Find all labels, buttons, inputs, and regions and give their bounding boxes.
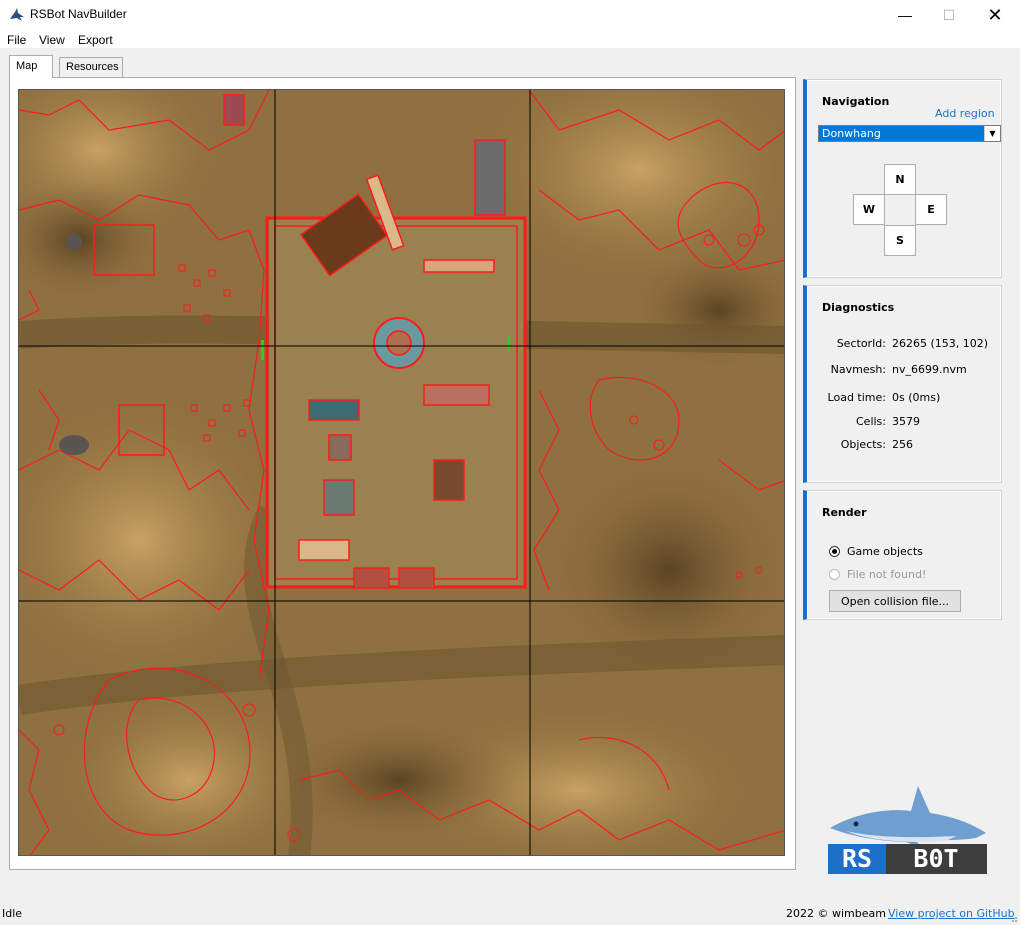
menu-export[interactable]: Export (78, 33, 113, 47)
navigate-west-button[interactable]: W (853, 194, 885, 225)
sector-id-value: 26265 (153, 102) (892, 337, 989, 350)
region-select[interactable]: Donwhang ▼ (818, 125, 1001, 142)
rsbot-logo: RS B0T (828, 786, 987, 874)
open-collision-file-button[interactable]: Open collision file... (829, 590, 961, 612)
status-bar: Idle 2022 © wimbeam View project on GitH… (0, 903, 1020, 925)
navigate-south-button[interactable]: S (884, 225, 916, 256)
load-time-label: Load time: (827, 391, 886, 404)
maximize-button[interactable]: ☐ (926, 0, 972, 30)
menu-file[interactable]: File (7, 33, 26, 47)
navmesh-map-view[interactable] (18, 89, 785, 856)
render-panel: Render Game objects File not found! Open… (803, 490, 1002, 620)
game-objects-option[interactable]: Game objects (829, 545, 923, 558)
cells-label: Cells: (856, 415, 886, 428)
menu-view[interactable]: View (39, 33, 65, 47)
window-title: RSBot NavBuilder (30, 7, 127, 21)
resize-grip-icon[interactable] (1008, 913, 1018, 923)
logo-text-rs: RS (842, 844, 872, 873)
menu-bar: File View Export (0, 30, 1020, 49)
status-text: Idle (2, 907, 23, 920)
github-link[interactable]: View project on GitHub (888, 907, 1015, 920)
region-select-value: Donwhang (822, 127, 881, 140)
diagnostics-title: Diagnostics (822, 301, 895, 314)
objects-value: 256 (892, 438, 913, 451)
tab-resources[interactable]: Resources (59, 57, 123, 78)
map-canvas (19, 90, 784, 855)
objects-label: Objects: (840, 438, 886, 451)
load-time-value: 0s (0ms) (892, 391, 941, 404)
close-button[interactable]: ✕ (972, 0, 1018, 30)
render-title: Render (822, 506, 867, 519)
chevron-down-icon: ▼ (984, 126, 1000, 141)
cells-value: 3579 (892, 415, 920, 428)
tab-map[interactable]: Map (9, 55, 53, 78)
navigate-east-button[interactable]: E (915, 194, 947, 225)
copyright-text: 2022 © wimbeam (786, 907, 886, 920)
title-bar: RSBot NavBuilder — ☐ ✕ (0, 0, 1020, 30)
shark-app-icon (10, 8, 24, 21)
navmesh-value: nv_6699.nvm (892, 363, 967, 376)
game-objects-radio[interactable] (829, 546, 840, 557)
navigation-title: Navigation (822, 95, 890, 108)
collision-file-label: File not found! (847, 568, 927, 581)
diagnostics-panel: Diagnostics SectorId: 26265 (153, 102) N… (803, 285, 1002, 483)
collision-file-radio (829, 569, 840, 580)
game-objects-label: Game objects (847, 545, 923, 558)
sector-id-label: SectorId: (836, 337, 886, 350)
app-window: RSBot NavBuilder — ☐ ✕ File View Export … (0, 0, 1020, 925)
collision-file-option: File not found! (829, 568, 926, 581)
logo-text-bot: B0T (913, 844, 958, 873)
navmesh-label: Navmesh: (830, 363, 886, 376)
add-region-link[interactable]: Add region (935, 107, 995, 120)
navigation-panel: Navigation Add region Donwhang ▼ N W E S (803, 79, 1002, 278)
minimize-button[interactable]: — (882, 0, 928, 30)
navigate-north-button[interactable]: N (884, 164, 916, 195)
